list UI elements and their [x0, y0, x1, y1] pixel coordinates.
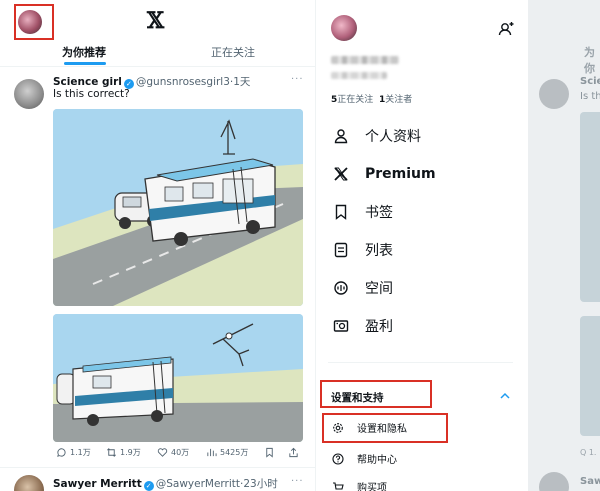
- reply-button[interactable]: 1.1万: [56, 447, 91, 458]
- menu-item-spaces[interactable]: 空间: [331, 278, 393, 298]
- post-header: Science girl ✓ @gunsnrosesgirl3·1天: [53, 74, 250, 89]
- dimmed-name-2: Saw: [580, 476, 600, 487]
- cart-icon: [331, 480, 345, 491]
- chevron-up-icon[interactable]: [499, 390, 511, 402]
- dimmed-name: Scie: [580, 76, 600, 87]
- handle-blurred: [331, 72, 387, 79]
- side-drawer: 5正在关注 1关注者 个人资料 Premium 书签 列表 空间 盈利 设置和支…: [315, 0, 528, 491]
- reply-count: 1.1万: [70, 448, 91, 457]
- monetization-icon: [331, 316, 351, 336]
- menu-item-monetization[interactable]: 盈利: [331, 316, 393, 336]
- dimmed-avatar: [539, 79, 569, 109]
- post-time: ·1天: [229, 76, 251, 88]
- sub-item-help-center[interactable]: 帮助中心: [331, 451, 397, 466]
- spaces-icon: [331, 278, 351, 298]
- home-feed: 𝕏 为你推荐 正在关注 Science girl ✓ @gunsnrosesgirl…: [0, 0, 315, 491]
- list-icon: [331, 240, 351, 260]
- dimmed-tab: 为你: [584, 46, 595, 75]
- verified-badge-icon: ✓: [143, 481, 154, 491]
- menu-label-bookmarks: 书签: [365, 205, 393, 221]
- repost-button[interactable]: 1.9万: [106, 447, 141, 458]
- share-button[interactable]: [288, 447, 299, 458]
- follow-stats: 5正在关注 1关注者: [331, 92, 412, 105]
- x-icon: [331, 164, 351, 184]
- bookmark-icon: [331, 202, 351, 222]
- following-label[interactable]: 正在关注: [337, 95, 373, 105]
- views-button[interactable]: 5425万: [206, 447, 248, 458]
- post-author-handle[interactable]: @gunsnrosesgirl3: [136, 76, 230, 88]
- tabs-divider: [0, 66, 315, 67]
- post-text: Is this correct?: [53, 88, 130, 100]
- reply-icon: [57, 448, 66, 457]
- post-author-name-2[interactable]: Sawyer Merritt: [53, 478, 142, 490]
- display-name-blurred: [331, 56, 399, 64]
- x-logo[interactable]: 𝕏: [147, 8, 164, 34]
- app-root: 𝕏 为你推荐 正在关注 Science girl ✓ @gunsnrosesgirl…: [0, 0, 600, 491]
- post-author-handle-2[interactable]: @SawyerMerritt: [156, 478, 240, 490]
- views-icon: [207, 448, 217, 457]
- menu-item-premium[interactable]: Premium: [331, 164, 436, 184]
- bookmark-button[interactable]: [264, 447, 275, 458]
- menu-label-lists: 列表: [365, 243, 393, 259]
- menu-label-spaces: 空间: [365, 281, 393, 297]
- dimmed-text: Is th: [580, 91, 600, 102]
- sub-item-purchases[interactable]: 购买项: [331, 479, 387, 491]
- post-divider: [0, 467, 315, 468]
- avatar-highlight-box: [14, 4, 54, 40]
- help-icon: [331, 452, 345, 466]
- post-author-name[interactable]: Science girl: [53, 76, 122, 88]
- add-account-icon[interactable]: [497, 20, 515, 38]
- dimmed-avatar-2: [539, 472, 569, 491]
- like-button[interactable]: 40万: [157, 447, 189, 458]
- post-time-2: ·23小时: [240, 478, 278, 490]
- post-image-top[interactable]: [53, 109, 303, 306]
- heart-icon: [157, 448, 168, 457]
- settings-support-highlight-box: [320, 380, 432, 408]
- view-count: 5425万: [220, 448, 249, 457]
- drawer-divider: [328, 362, 513, 363]
- like-count: 40万: [171, 448, 190, 457]
- tab-following[interactable]: 正在关注: [211, 44, 255, 60]
- more-options-icon-2[interactable]: ···: [291, 476, 304, 487]
- more-options-icon[interactable]: ···: [291, 74, 304, 85]
- drawer-avatar[interactable]: [331, 15, 357, 41]
- sub-label-purchases: 购买项: [357, 483, 387, 491]
- dimmed-stat: Q 1.: [580, 448, 597, 457]
- active-tab-indicator: [64, 62, 106, 65]
- dimmed-image-2: [580, 316, 600, 436]
- menu-label-premium: Premium: [365, 166, 436, 182]
- tab-for-you[interactable]: 为你推荐: [62, 44, 106, 60]
- followers-label[interactable]: 关注者: [385, 95, 412, 105]
- settings-privacy-highlight-box: [322, 413, 448, 443]
- repost-icon: [107, 448, 116, 457]
- menu-label-monetization: 盈利: [365, 319, 393, 335]
- profile-icon: [331, 126, 351, 146]
- post-actions: 1.1万 1.9万 40万 5425万: [56, 447, 304, 461]
- dimmed-image: [580, 112, 600, 302]
- menu-label-profile: 个人资料: [365, 129, 421, 145]
- menu-item-profile[interactable]: 个人资料: [331, 126, 421, 146]
- sub-label-help-center: 帮助中心: [357, 455, 397, 466]
- post-header-2: Sawyer Merritt ✓ @SawyerMerritt·23小时: [53, 476, 278, 491]
- rv-illustration-2: [53, 314, 303, 442]
- rv-illustration-1: [53, 109, 303, 306]
- share-icon: [289, 447, 298, 458]
- post-image-bottom[interactable]: [53, 314, 303, 442]
- menu-item-bookmarks[interactable]: 书签: [331, 202, 393, 222]
- menu-item-lists[interactable]: 列表: [331, 240, 393, 260]
- post-author-avatar-2[interactable]: [14, 475, 44, 491]
- repost-count: 1.9万: [120, 448, 141, 457]
- dimmed-feed-overlay[interactable]: 为你 Scie Is th Q 1. Saw: [528, 0, 600, 491]
- bookmark-icon: [266, 447, 273, 458]
- post-author-avatar[interactable]: [14, 79, 44, 109]
